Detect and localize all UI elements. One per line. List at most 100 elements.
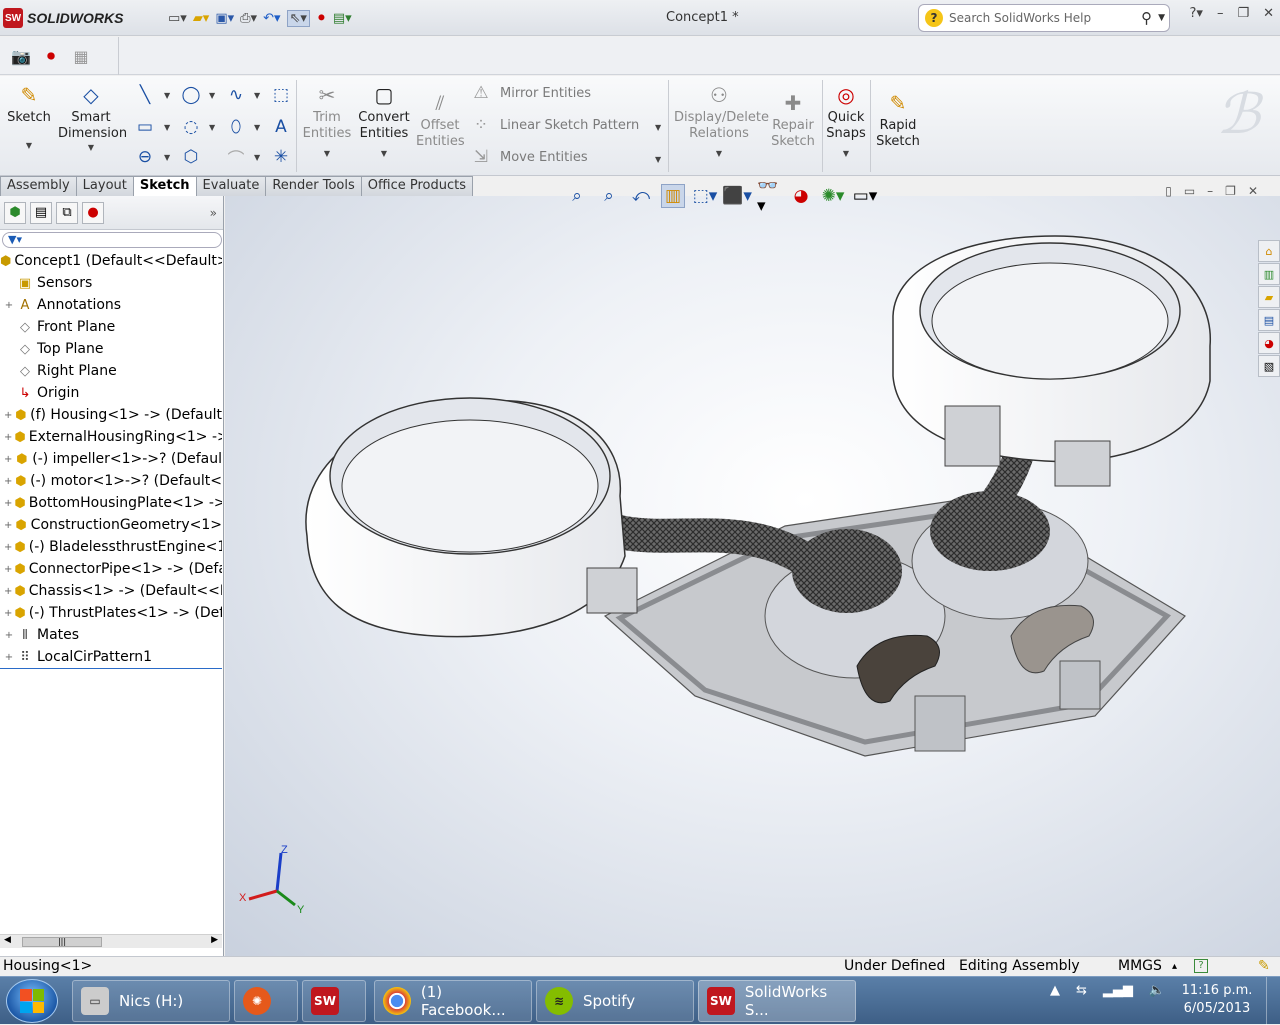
ellipse-icon[interactable]: ⬯ bbox=[225, 116, 247, 138]
search-help-box[interactable]: ? Search SolidWorks Help ⚲ ▼ bbox=[918, 4, 1170, 32]
text-icon[interactable]: A bbox=[270, 116, 292, 138]
quick-snaps-button[interactable]: ◎ Quick Snaps ▼ bbox=[824, 80, 868, 162]
close-icon[interactable]: ✕ bbox=[1263, 6, 1274, 21]
spline-icon[interactable]: ∿ bbox=[225, 84, 247, 106]
search-input[interactable]: Search SolidWorks Help bbox=[949, 11, 1135, 25]
save-icon[interactable]: ▣▾ bbox=[215, 11, 234, 26]
circle-icon[interactable]: ◯ bbox=[180, 84, 202, 106]
scrollbar-thumb[interactable]: ||| bbox=[22, 937, 102, 947]
record-icon[interactable]: ⏺ bbox=[38, 43, 64, 69]
sketch-button[interactable]: ✎ Sketch ▼ bbox=[6, 80, 52, 154]
tree-item[interactable]: + ⬢ ConstructionGeometry<1> bbox=[0, 514, 222, 536]
tab-render-tools[interactable]: Render Tools bbox=[265, 176, 362, 196]
chevron-down-icon[interactable]: ▼ bbox=[655, 155, 661, 164]
convert-entities-button[interactable]: ▢ Convert Entities ▼ bbox=[356, 80, 412, 162]
sketch-text-icon[interactable]: ⬚ bbox=[270, 84, 292, 106]
tab-sketch[interactable]: Sketch bbox=[132, 176, 197, 196]
camera-icon[interactable]: 📷 bbox=[8, 43, 34, 69]
chevron-down-icon[interactable]: ▼ bbox=[655, 123, 661, 132]
tree-item[interactable]: + ⬢ (f) Housing<1> -> (Default bbox=[0, 404, 222, 426]
expand-plus-icon[interactable]: + bbox=[4, 630, 14, 641]
tree-item[interactable]: ⬢ Concept1 (Default<<Default> bbox=[0, 250, 222, 272]
file-explorer-icon[interactable]: ▰ bbox=[1258, 286, 1280, 308]
expand-plus-icon[interactable]: + bbox=[4, 608, 12, 619]
show-desktop-button[interactable] bbox=[1266, 977, 1280, 1025]
linear-pattern-icon[interactable]: ⁘ bbox=[470, 114, 492, 136]
system-clock[interactable]: 11:16 p.m. 6/05/2013 bbox=[1180, 982, 1254, 1018]
tree-item[interactable]: + ⬢ ConnectorPipe<1> -> (Defa bbox=[0, 558, 222, 580]
solidworks-resources-icon[interactable]: ⌂ bbox=[1258, 240, 1280, 262]
taskbar-item-reason[interactable]: ✺ bbox=[234, 980, 298, 1022]
tree-item[interactable]: + ⬢ (-) impeller<1>->? (Defaul bbox=[0, 448, 222, 470]
line-icon[interactable]: ╲ bbox=[134, 84, 156, 106]
chevron-down-icon[interactable]: ▼ bbox=[254, 153, 260, 162]
start-button[interactable] bbox=[6, 979, 58, 1023]
select-pointer-icon[interactable]: ⇖▾ bbox=[286, 9, 310, 27]
horizontal-scrollbar[interactable]: ◀ ||| ▶ bbox=[0, 934, 222, 948]
chevron-down-icon[interactable]: ▼ bbox=[356, 146, 412, 162]
chevron-down-icon[interactable]: ▼ bbox=[674, 146, 764, 162]
assembly-model[interactable] bbox=[225, 196, 1255, 956]
rollback-bar[interactable] bbox=[0, 668, 222, 669]
trim-entities-button[interactable]: ✂ Trim Entities ▼ bbox=[302, 80, 352, 162]
restore-icon[interactable]: ❐ bbox=[1237, 6, 1249, 21]
open-folder-icon[interactable]: ▰▾ bbox=[193, 11, 210, 26]
tab-layout[interactable]: Layout bbox=[75, 176, 134, 196]
tree-filter-input[interactable]: ▼▾ bbox=[2, 232, 222, 248]
polygon-icon[interactable]: ⬡ bbox=[180, 146, 202, 168]
repair-sketch-button[interactable]: ✚ Repair Sketch bbox=[768, 88, 818, 150]
tab-evaluate[interactable]: Evaluate bbox=[195, 176, 267, 196]
signal-strength-icon[interactable]: ▂▄▆ bbox=[1103, 983, 1133, 998]
rectangle-icon[interactable]: ▭ bbox=[134, 116, 156, 138]
expand-plus-icon[interactable]: + bbox=[4, 454, 12, 465]
arc-icon[interactable]: ◌ bbox=[180, 116, 202, 138]
display-delete-relations-button[interactable]: ⚇ Display/Delete Relations ▼ bbox=[674, 80, 769, 162]
chevron-down-icon[interactable]: ▼ bbox=[58, 140, 124, 156]
tree-item[interactable]: + ⠿ LocalCirPattern1 bbox=[0, 646, 222, 668]
expand-plus-icon[interactable]: + bbox=[4, 410, 12, 421]
tree-item[interactable]: + A Annotations bbox=[0, 294, 222, 316]
tree-item[interactable]: ▣ Sensors bbox=[0, 272, 222, 294]
expand-plus-icon[interactable]: + bbox=[4, 564, 12, 575]
display-manager-tab-icon[interactable]: ● bbox=[82, 201, 104, 224]
chevron-down-icon[interactable]: ▼ bbox=[164, 153, 170, 162]
tree-item[interactable]: + ⬢ (-) motor<1>->? (Default< bbox=[0, 470, 222, 492]
tree-item[interactable]: + ⬢ (-) ThrustPlates<1> -> (Def bbox=[0, 602, 222, 624]
print-icon[interactable]: ⎙▾ bbox=[240, 11, 257, 26]
offset-entities-button[interactable]: ⫽ Offset Entities bbox=[416, 88, 465, 150]
taskbar-item-chrome[interactable]: (1) Facebook... bbox=[374, 980, 532, 1022]
tree-item[interactable]: ◇ Front Plane bbox=[0, 316, 222, 338]
pencil-edit-icon[interactable]: ✎ bbox=[1258, 957, 1270, 976]
chevron-down-icon[interactable]: ▼ bbox=[302, 146, 352, 162]
configuration-manager-tab-icon[interactable]: ⧉ bbox=[56, 201, 78, 224]
taskbar-item-solidworks[interactable]: SW bbox=[302, 980, 366, 1022]
taskbar-item-solidworks-active[interactable]: SW SolidWorks S... bbox=[698, 980, 856, 1022]
chevron-down-icon[interactable]: ▼ bbox=[1158, 13, 1165, 23]
tree-item[interactable]: + ⬢ Chassis<1> -> (Default<<D bbox=[0, 580, 222, 602]
tab-office-products[interactable]: Office Products bbox=[360, 176, 473, 196]
network-status-icon[interactable]: ⇆ bbox=[1076, 983, 1087, 998]
engine-right[interactable] bbox=[930, 491, 1050, 571]
playback-icon[interactable]: ▦ bbox=[68, 43, 94, 69]
help-menu-icon[interactable]: ?▾ bbox=[1190, 6, 1203, 21]
options-icon[interactable]: ▤▾ bbox=[333, 11, 352, 26]
feature-manager-tab-icon[interactable]: ⬢ bbox=[4, 201, 26, 224]
engine-left[interactable] bbox=[792, 529, 902, 613]
chevron-down-icon[interactable]: ▼ bbox=[824, 146, 868, 162]
chevron-down-icon[interactable]: ▼ bbox=[254, 123, 260, 132]
tree-item[interactable]: ◇ Top Plane bbox=[0, 338, 222, 360]
scroll-left-icon[interactable]: ◀ bbox=[4, 935, 11, 945]
linear-sketch-pattern-button[interactable]: Linear Sketch Pattern bbox=[500, 118, 639, 133]
tree-item[interactable]: + ⬢ ExternalHousingRing<1> -> bbox=[0, 426, 222, 448]
volume-icon[interactable]: 🔈 bbox=[1149, 983, 1165, 998]
expand-plus-icon[interactable]: + bbox=[4, 476, 12, 487]
expand-plus-icon[interactable]: + bbox=[4, 542, 12, 553]
taskbar-item-drive[interactable]: ▭ Nics (H:) bbox=[72, 980, 230, 1022]
quick-tips-icon[interactable]: ? bbox=[1194, 959, 1208, 973]
tree-item[interactable]: ◇ Right Plane bbox=[0, 360, 222, 382]
units-arrow-icon[interactable]: ▴ bbox=[1172, 957, 1177, 976]
mirror-entities-button[interactable]: Mirror Entities bbox=[500, 86, 591, 101]
mirror-icon[interactable]: ⚠ bbox=[470, 82, 492, 104]
property-manager-tab-icon[interactable]: ▤ bbox=[30, 201, 52, 224]
tree-item[interactable]: + ⬢ (-) BladelessthrustEngine<1 bbox=[0, 536, 222, 558]
